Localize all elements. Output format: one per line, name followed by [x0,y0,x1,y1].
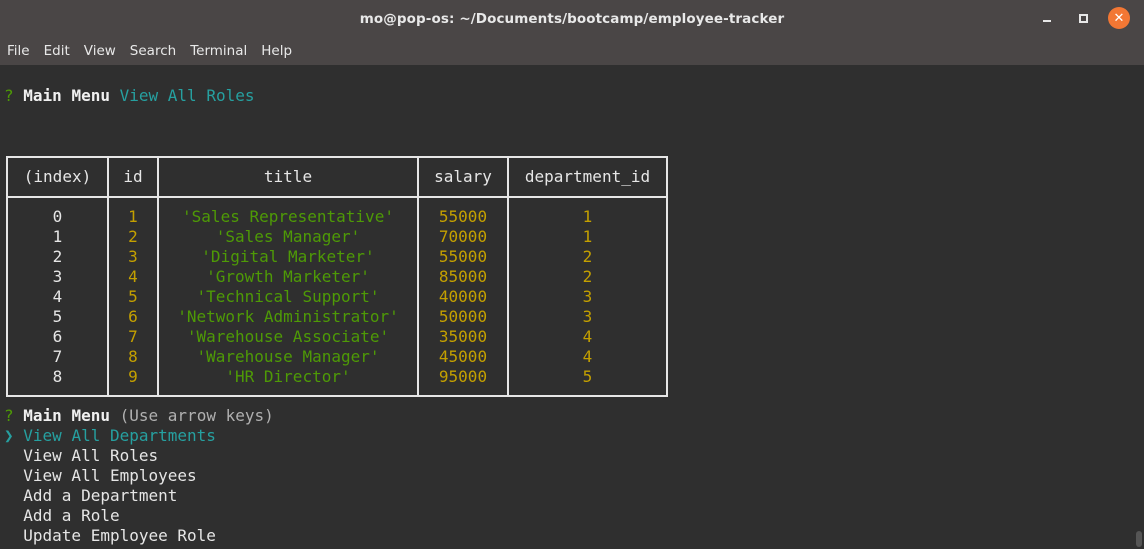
menu-view[interactable]: View [84,43,116,59]
cell-salary: 35000 [438,327,488,346]
cell-id: 4 [128,267,138,286]
cell-index: 1 [52,227,63,246]
cell-index: 4 [52,287,63,306]
prompt-mark: ? [4,406,14,425]
header-divider [8,196,666,198]
cell-index: 5 [52,307,63,326]
menu-pointer-icon: ❯ [4,426,14,445]
cell-salary: 70000 [438,227,488,246]
cell-title: 'Warehouse Manager' [196,347,380,366]
menu-option[interactable]: Update Employee Role [4,526,216,546]
menu-option[interactable]: Add a Role [4,506,120,526]
cell-title: 'Digital Marketer' [201,247,375,266]
cell-index: 3 [52,267,63,286]
menu-option-label: View All Roles [23,446,159,465]
cell-index: 0 [52,207,63,226]
menu-option[interactable]: View All Employees [4,466,197,486]
menu-option[interactable]: Add a Department [4,486,177,506]
cell-title: 'Technical Support' [196,287,380,306]
cell-id: 2 [128,227,138,246]
cell-title: 'Growth Marketer' [206,267,370,286]
cell-id: 7 [128,327,138,346]
cell-id: 6 [128,307,138,326]
cell-salary: 45000 [438,347,488,366]
prompt-mark: ? [4,86,14,105]
roles-table: (index) id title salary department_id 01… [6,156,668,397]
cell-salary: 55000 [438,247,488,266]
cell-department-id: 3 [582,307,593,326]
menu-option-label: Update Employee Role [23,526,216,545]
cell-index: 6 [52,327,63,346]
cell-title: 'Warehouse Associate' [186,327,390,346]
table-header-department-id: department_id [524,167,651,186]
menu-option-selected[interactable]: ❯ View All Departments [4,426,216,446]
cell-department-id: 3 [582,287,593,306]
cell-index: 8 [52,367,63,386]
close-icon: ✕ [1113,10,1125,26]
menu-option-label: View All Employees [23,466,197,485]
cell-id: 3 [128,247,138,266]
cell-department-id: 5 [582,367,593,386]
cell-id: 9 [128,367,138,386]
cell-salary: 85000 [438,267,488,286]
cell-index: 7 [52,347,63,366]
menu-search[interactable]: Search [130,43,176,59]
menubar: File Edit View Search Terminal Help [0,37,1144,65]
window-titlebar[interactable]: mo@pop-os: ~/Documents/bootcamp/employee… [0,0,1144,37]
menu-option-label: Add a Department [23,486,178,505]
cell-title: 'Sales Representative' [182,207,394,226]
close-button[interactable]: ✕ [1108,7,1130,29]
menu-option-label: View All Departments [23,426,216,445]
menu-option-label: Add a Role [23,506,120,525]
minimize-button[interactable] [1036,7,1058,29]
window-controls: ✕ [1036,7,1130,29]
cell-salary: 95000 [438,367,488,386]
prompt-label: Main Menu [23,406,110,425]
menu-help[interactable]: Help [261,43,292,59]
cell-id: 8 [128,347,138,366]
cell-department-id: 1 [582,207,593,226]
table-header-id: id [123,167,143,186]
table-header-title: title [263,167,313,186]
prompt-line-2: ? Main Menu (Use arrow keys) [4,406,274,426]
cell-index: 2 [52,247,63,266]
cell-title: 'Sales Manager' [215,227,361,246]
menu-edit[interactable]: Edit [44,43,70,59]
menu-terminal[interactable]: Terminal [190,43,247,59]
prompt-answer: View All Roles [119,86,255,105]
window-title: mo@pop-os: ~/Documents/bootcamp/employee… [359,10,785,27]
cell-department-id: 4 [582,347,593,366]
cell-id: 1 [128,207,138,226]
menu-option[interactable]: View All Roles [4,446,158,466]
cell-salary: 50000 [438,307,488,326]
minimize-icon [1043,20,1051,22]
scrollbar-thumb[interactable] [1136,531,1142,547]
maximize-icon [1078,13,1088,23]
maximize-button[interactable] [1072,7,1094,29]
cell-department-id: 4 [582,327,593,346]
prompt-line-1: ? Main Menu View All Roles [4,86,254,106]
menu-file[interactable]: File [7,43,30,59]
prompt-hint: (Use arrow keys) [119,406,274,425]
terminal-output[interactable]: ? Main Menu View All Roles (index) id ti… [0,65,1144,549]
table-header-salary: salary [434,167,492,186]
prompt-label: Main Menu [23,86,110,105]
table-header-index: (index) [23,167,92,186]
cell-title: 'Network Administrator' [177,307,399,326]
cell-salary: 40000 [438,287,488,306]
cell-department-id: 2 [582,267,593,286]
cell-department-id: 1 [582,227,593,246]
cell-id: 5 [128,287,138,306]
cell-department-id: 2 [582,247,593,266]
cell-salary: 55000 [438,207,488,226]
cell-title: 'HR Director' [225,367,351,386]
